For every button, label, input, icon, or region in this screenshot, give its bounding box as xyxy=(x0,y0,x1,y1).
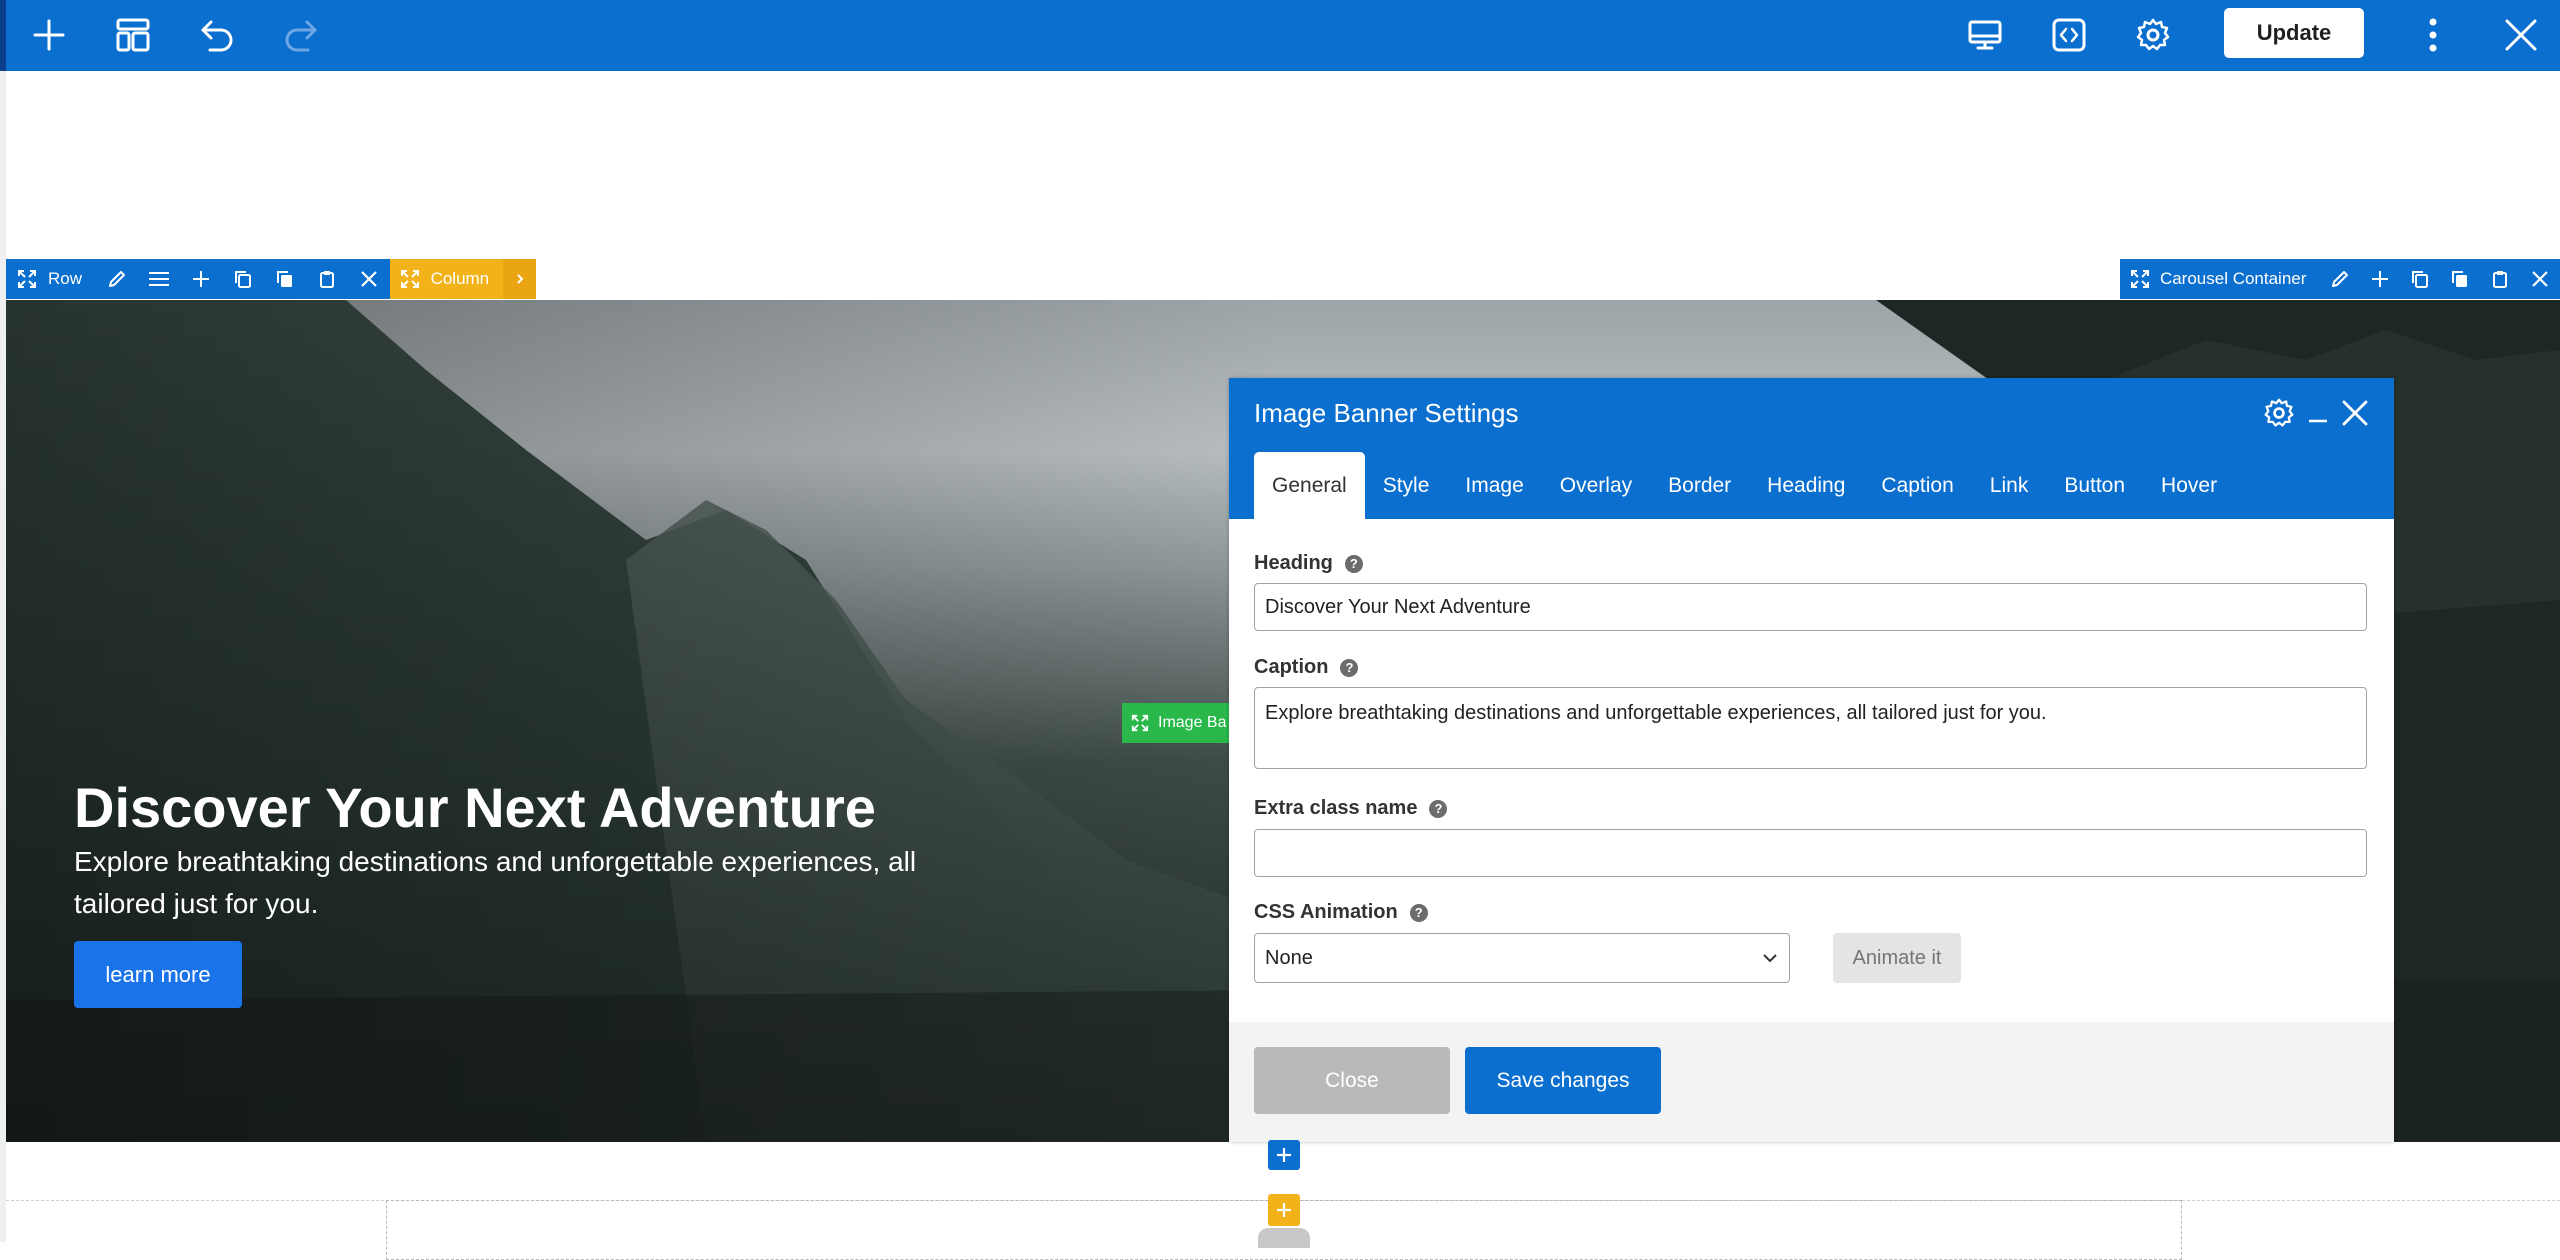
add-row-button[interactable] xyxy=(1268,1140,1300,1170)
image-banner-tag[interactable]: Image Ba xyxy=(1122,703,1232,743)
css-animation-label-text: CSS Animation xyxy=(1254,901,1398,923)
help-icon[interactable]: ? xyxy=(1429,799,1448,818)
copy-icon[interactable] xyxy=(222,259,264,299)
css-animation-value: None xyxy=(1265,946,1313,969)
caption-label-text: Caption xyxy=(1254,656,1329,678)
help-icon[interactable]: ? xyxy=(1409,903,1428,922)
layout-lines-icon[interactable] xyxy=(138,259,180,299)
redo-icon[interactable] xyxy=(278,12,324,58)
tab-style[interactable]: Style xyxy=(1365,452,1448,519)
row-label: Row xyxy=(48,269,83,288)
close-button[interactable]: Close xyxy=(1254,1047,1450,1114)
column-label: Column xyxy=(430,269,490,288)
extra-class-label-text: Extra class name xyxy=(1254,797,1418,819)
image-banner-tag-label: Image Ba xyxy=(1158,714,1227,731)
heading-input[interactable]: Discover Your Next Adventure xyxy=(1254,583,2367,631)
extra-class-input[interactable] xyxy=(1254,829,2367,877)
plus-icon xyxy=(1277,1203,1291,1217)
modal-footer: Close Save changes xyxy=(1229,1022,2394,1142)
add-element-button[interactable] xyxy=(1268,1194,1300,1226)
tab-button[interactable]: Button xyxy=(2046,452,2143,519)
carousel-container-toolbar: Carousel Container xyxy=(2120,259,2560,299)
chevron-down-icon xyxy=(1761,952,1779,964)
code-icon[interactable] xyxy=(2046,12,2092,58)
image-banner-settings-modal: Image Banner Settings General Style Imag… xyxy=(1229,378,2394,1142)
chevron-right-icon[interactable] xyxy=(503,259,536,299)
edit-icon[interactable] xyxy=(2320,259,2360,299)
edit-icon[interactable] xyxy=(96,259,138,299)
minimize-icon[interactable] xyxy=(2299,394,2337,432)
tab-general[interactable]: General xyxy=(1254,452,1365,519)
heading-label: Heading ? xyxy=(1254,552,1363,575)
layout-icon[interactable] xyxy=(110,12,156,58)
update-button[interactable]: Update xyxy=(2224,8,2364,58)
help-icon[interactable]: ? xyxy=(1340,658,1359,677)
help-icon[interactable]: ? xyxy=(1344,554,1363,573)
undo-icon[interactable] xyxy=(194,12,240,58)
plus-icon[interactable] xyxy=(26,12,72,58)
caption-label: Caption ? xyxy=(1254,656,1359,679)
modal-title: Image Banner Settings xyxy=(1254,398,1519,428)
modal-header: Image Banner Settings General Style Imag… xyxy=(1229,378,2394,519)
more-vertical-icon[interactable] xyxy=(2410,12,2456,58)
add-icon[interactable] xyxy=(2360,259,2400,299)
duplicate-icon[interactable] xyxy=(264,259,306,299)
tab-heading[interactable]: Heading xyxy=(1749,452,1863,519)
hero-title: Discover Your Next Adventure xyxy=(74,776,876,839)
css-animation-select[interactable]: None xyxy=(1254,933,1790,983)
heading-input-value: Discover Your Next Adventure xyxy=(1265,595,1531,618)
save-changes-button[interactable]: Save changes xyxy=(1465,1047,1661,1114)
carousel-container-label: Carousel Container xyxy=(2159,269,2307,288)
heading-label-text: Heading xyxy=(1254,552,1333,574)
column-toolbar: Column xyxy=(390,259,536,299)
close-icon[interactable] xyxy=(2498,12,2544,58)
tab-caption[interactable]: Caption xyxy=(1863,452,1971,519)
top-toolbar: Update xyxy=(0,0,2560,71)
tab-image[interactable]: Image xyxy=(1447,452,1541,519)
move-icon[interactable] xyxy=(1122,703,1158,743)
element-handle[interactable] xyxy=(1258,1228,1310,1248)
tab-link[interactable]: Link xyxy=(1972,452,2047,519)
hero-caption: Explore breathtaking destinations and un… xyxy=(74,846,917,919)
gear-icon[interactable] xyxy=(2260,394,2298,432)
modal-tabs: General Style Image Overlay Border Headi… xyxy=(1254,452,2235,519)
delete-icon[interactable] xyxy=(2520,259,2560,299)
desktop-preview-icon[interactable] xyxy=(1962,12,2008,58)
add-icon[interactable] xyxy=(180,259,222,299)
left-edge-top xyxy=(0,0,6,71)
paste-icon[interactable] xyxy=(2480,259,2520,299)
animate-it-button[interactable]: Animate it xyxy=(1833,933,1961,983)
css-animation-label: CSS Animation ? xyxy=(1254,901,1428,924)
gear-icon[interactable] xyxy=(2130,12,2176,58)
close-icon[interactable] xyxy=(2336,394,2374,432)
caption-textarea[interactable]: Explore breathtaking destinations and un… xyxy=(1254,687,2367,769)
tab-border[interactable]: Border xyxy=(1650,452,1749,519)
move-icon[interactable] xyxy=(6,259,48,299)
tab-overlay[interactable]: Overlay xyxy=(1542,452,1650,519)
paste-icon[interactable] xyxy=(306,259,348,299)
move-icon[interactable] xyxy=(390,259,431,299)
duplicate-icon[interactable] xyxy=(2440,259,2480,299)
move-icon[interactable] xyxy=(2120,259,2160,299)
copy-icon[interactable] xyxy=(2400,259,2440,299)
tab-hover[interactable]: Hover xyxy=(2143,452,2235,519)
extra-class-label: Extra class name ? xyxy=(1254,797,1448,820)
caption-textarea-value: Explore breathtaking destinations and un… xyxy=(1265,702,2047,724)
plus-icon xyxy=(1277,1148,1291,1162)
delete-icon[interactable] xyxy=(348,259,390,299)
learn-more-button[interactable]: learn more xyxy=(74,941,242,1008)
row-toolbar: Row xyxy=(6,259,390,299)
